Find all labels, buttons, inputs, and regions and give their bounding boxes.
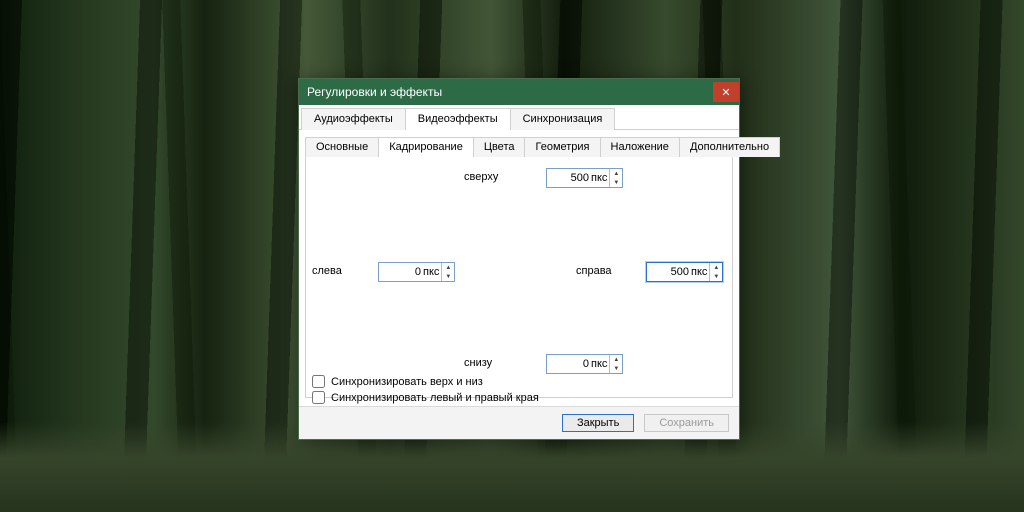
save-button: Сохранить: [644, 414, 729, 432]
tab-crop[interactable]: Кадрирование: [378, 137, 474, 157]
sync-left-right-row[interactable]: Синхронизировать левый и правый края: [312, 391, 539, 404]
unit-label: пкс: [691, 266, 709, 278]
unit-label: пкс: [591, 358, 609, 370]
crop-panel: сверху пкс ▲ ▼ слева пкс ▲ ▼ справа пкс …: [305, 157, 733, 398]
chevron-down-icon[interactable]: ▼: [710, 272, 722, 281]
chevron-up-icon[interactable]: ▲: [610, 355, 622, 364]
sub-tabs: Основные Кадрирование Цвета Геометрия На…: [305, 136, 733, 157]
sync-left-right-checkbox[interactable]: [312, 391, 325, 404]
crop-right-input[interactable]: [647, 265, 691, 279]
tab-synchronization[interactable]: Синхронизация: [510, 108, 616, 130]
dialog-footer: Закрыть Сохранить: [299, 406, 739, 439]
close-button[interactable]: ✕: [713, 82, 739, 102]
chevron-up-icon[interactable]: ▲: [710, 263, 722, 272]
main-tabs: Аудиоэффекты Видеоэффекты Синхронизация: [299, 105, 739, 130]
sync-left-right-label: Синхронизировать левый и правый края: [331, 392, 539, 404]
crop-left-spinner[interactable]: пкс ▲ ▼: [378, 262, 455, 282]
chevron-up-icon[interactable]: ▲: [610, 169, 622, 178]
close-dialog-button[interactable]: Закрыть: [562, 414, 634, 432]
sub-tabs-container: Основные Кадрирование Цвета Геометрия На…: [299, 130, 739, 157]
titlebar[interactable]: Регулировки и эффекты ✕: [299, 79, 739, 105]
sync-top-bottom-label: Синхронизировать верх и низ: [331, 376, 483, 388]
tab-video-effects[interactable]: Видеоэффекты: [405, 108, 511, 130]
tab-colors[interactable]: Цвета: [473, 137, 526, 157]
unit-label: пкс: [591, 172, 609, 184]
tab-overlay[interactable]: Наложение: [600, 137, 680, 157]
crop-right-spinner[interactable]: пкс ▲ ▼: [646, 262, 723, 282]
chevron-down-icon[interactable]: ▼: [610, 364, 622, 373]
crop-bottom-input[interactable]: [547, 357, 591, 371]
spinner-arrows: ▲ ▼: [609, 169, 622, 187]
spinner-arrows: ▲ ▼: [709, 263, 722, 281]
crop-bottom-label: снизу: [464, 357, 492, 369]
crop-top-spinner[interactable]: пкс ▲ ▼: [546, 168, 623, 188]
sync-top-bottom-checkbox[interactable]: [312, 375, 325, 388]
crop-top-label: сверху: [464, 171, 498, 183]
tab-basic[interactable]: Основные: [305, 137, 379, 157]
crop-left-label: слева: [312, 265, 342, 277]
spinner-arrows: ▲ ▼: [441, 263, 454, 281]
unit-label: пкс: [423, 266, 441, 278]
tab-advanced[interactable]: Дополнительно: [679, 137, 780, 157]
tab-geometry[interactable]: Геометрия: [524, 137, 600, 157]
chevron-down-icon[interactable]: ▼: [442, 272, 454, 281]
tab-audio-effects[interactable]: Аудиоэффекты: [301, 108, 406, 130]
spinner-arrows: ▲ ▼: [609, 355, 622, 373]
sync-top-bottom-row[interactable]: Синхронизировать верх и низ: [312, 375, 483, 388]
effects-dialog: Регулировки и эффекты ✕ Аудиоэффекты Вид…: [298, 78, 740, 440]
crop-left-input[interactable]: [379, 265, 423, 279]
close-icon: ✕: [721, 86, 730, 99]
window-title: Регулировки и эффекты: [307, 85, 442, 99]
crop-bottom-spinner[interactable]: пкс ▲ ▼: [546, 354, 623, 374]
chevron-down-icon[interactable]: ▼: [610, 178, 622, 187]
crop-top-input[interactable]: [547, 171, 591, 185]
crop-right-label: справа: [576, 265, 612, 277]
chevron-up-icon[interactable]: ▲: [442, 263, 454, 272]
